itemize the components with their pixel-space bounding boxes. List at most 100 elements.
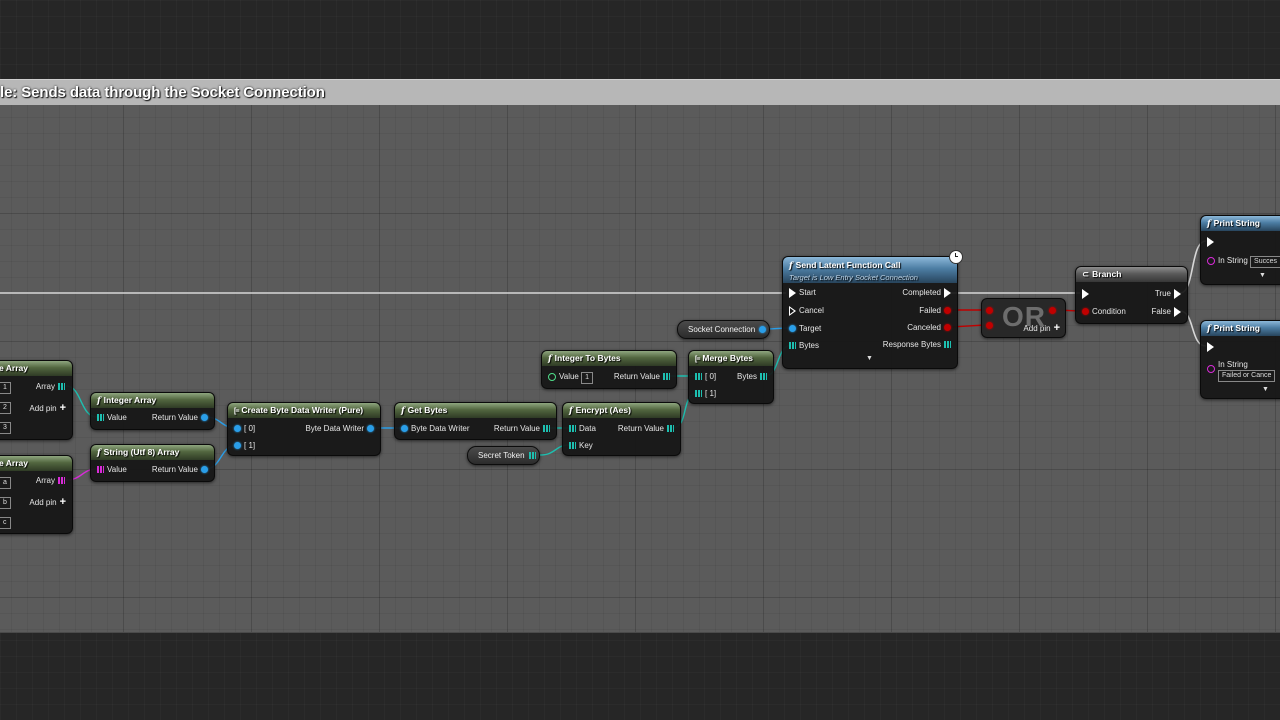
expand-chevron-icon[interactable]: ▼ — [866, 355, 873, 362]
function-icon: f — [97, 448, 101, 458]
output-row: Return Value — [152, 465, 211, 475]
object-pin-icon[interactable] — [201, 466, 208, 474]
value-field[interactable]: 2 — [0, 402, 11, 414]
exec-pin-icon[interactable] — [1082, 289, 1089, 299]
bool-pin-icon[interactable] — [1082, 308, 1089, 316]
object-pin-icon[interactable] — [234, 425, 241, 433]
add-pin-row[interactable]: Add pin + — [1023, 323, 1060, 334]
byte-array-pin-icon[interactable] — [944, 341, 951, 349]
node-header: f Send Latent Function Call Target is Low … — [783, 257, 957, 283]
exec-pin-icon[interactable] — [1207, 342, 1214, 352]
pin-label: Condition — [1092, 307, 1126, 316]
send-latent-function-call-node[interactable]: f Send Latent Function Call Target is Low … — [782, 256, 958, 369]
integer-to-bytes-node[interactable]: f Integer To Bytes Value 1 Return Value — [541, 350, 677, 389]
exec-pin-icon[interactable] — [1207, 237, 1214, 247]
exec-pin-icon[interactable] — [789, 288, 796, 298]
value-field[interactable]: 1 — [0, 382, 11, 394]
node-header: e Array — [0, 361, 72, 376]
exec-pin-icon[interactable] — [1174, 307, 1181, 317]
byte-array-pin-icon[interactable] — [760, 373, 767, 381]
byte-array-pin-icon[interactable] — [543, 425, 550, 433]
integer-pin-icon[interactable] — [548, 372, 556, 381]
object-pin-icon[interactable] — [367, 425, 374, 433]
output-row: Bytes — [737, 372, 770, 382]
object-pin-icon[interactable] — [234, 442, 241, 450]
condition-input-row: Condition — [1079, 307, 1126, 317]
value-field[interactable]: b — [0, 497, 11, 509]
string-array-pin-icon[interactable] — [58, 477, 65, 485]
add-pin-row[interactable]: Add pin + — [29, 403, 66, 414]
encrypt-aes-node[interactable]: f Encrypt (Aes) Data Key Return Value — [562, 402, 681, 456]
byte-array-pin-icon[interactable] — [789, 342, 796, 350]
byte-array-pin-icon[interactable] — [58, 383, 65, 391]
output-row: Return Value — [494, 424, 553, 434]
make-string-array-node[interactable]: e Array a b c Array Add pin + — [0, 455, 73, 534]
comment-header[interactable]: le: Sends data through the Socket Connec… — [0, 79, 1280, 105]
byte-array-pin-icon[interactable] — [663, 373, 670, 381]
byte-array-pin-icon[interactable] — [667, 425, 674, 433]
print-string-success-node[interactable]: f Print String In String Succes ▼ — [1200, 215, 1280, 285]
byte-array-pin-icon[interactable] — [97, 414, 104, 422]
blueprint-graph-canvas[interactable]: le: Sends data through the Socket Connec… — [0, 0, 1280, 720]
node-title: Merge Bytes — [702, 353, 753, 363]
byte-array-pin-icon[interactable] — [695, 373, 702, 381]
node-title: Integer To Bytes — [554, 353, 621, 363]
object-pin-icon[interactable] — [201, 414, 208, 422]
string-pin-icon[interactable] — [1207, 365, 1215, 373]
secret-token-variable[interactable]: Secret Token — [467, 446, 540, 465]
object-pin-icon[interactable] — [789, 325, 796, 333]
or-node[interactable]: OR Add pin + — [981, 298, 1066, 338]
socket-connection-variable[interactable]: Socket Connection — [677, 320, 771, 339]
value-field[interactable]: a — [0, 477, 11, 489]
byte-array-pin-icon[interactable] — [528, 452, 536, 459]
node-title: String (Utf 8) Array — [103, 447, 180, 457]
exec-pin-icon[interactable] — [789, 306, 796, 316]
byte-array-pin-icon[interactable] — [569, 442, 576, 450]
make-byte-array-node[interactable]: e Array 1 2 3 Array Add pin + — [0, 360, 73, 440]
add-pin-row[interactable]: Add pin + — [29, 497, 66, 508]
string-utf8-array-node[interactable]: f String (Utf 8) Array Value Return Value — [90, 444, 215, 482]
pin-label: Bytes — [799, 341, 820, 350]
merge-bytes-node[interactable]: [≡ Merge Bytes [ 0] [ 1] Bytes — [688, 350, 774, 404]
node-title: Branch — [1092, 269, 1122, 279]
object-pin-icon[interactable] — [401, 425, 408, 433]
node-header: f String (Utf 8) Array — [91, 445, 214, 460]
expand-chevron-icon[interactable]: ▼ — [1259, 272, 1266, 279]
node-header: f Integer To Bytes — [542, 351, 676, 366]
node-header: f Get Bytes — [395, 403, 556, 418]
exec-pin-icon[interactable] — [1174, 289, 1181, 299]
bool-pin-icon[interactable] — [1049, 307, 1056, 314]
object-pin-icon[interactable] — [759, 326, 767, 333]
pin-label: Response Bytes — [882, 340, 941, 349]
byte-array-pin-icon[interactable] — [569, 425, 576, 433]
string-pin-icon[interactable] — [1207, 256, 1215, 265]
plus-icon[interactable]: + — [1054, 322, 1060, 334]
node-title: Print String — [1213, 323, 1260, 333]
branch-node[interactable]: ⊂ Branch Condition True False — [1075, 266, 1188, 324]
byte-array-pin-icon[interactable] — [695, 390, 702, 398]
print-string-failed-node[interactable]: f Print String In String Failed or Cance ▼ — [1200, 320, 1280, 399]
plus-icon[interactable]: + — [60, 402, 66, 414]
input-row: Byte Data Writer — [398, 424, 470, 434]
expand-chevron-icon[interactable]: ▼ — [1262, 386, 1269, 393]
value-field[interactable]: 3 — [0, 422, 11, 434]
exec-pin-icon[interactable] — [944, 288, 951, 298]
value-field[interactable]: 1 — [581, 372, 594, 384]
string-array-pin-icon[interactable] — [97, 466, 104, 474]
bool-pin-icon[interactable] — [944, 324, 951, 332]
bool-pin-icon[interactable] — [986, 307, 993, 314]
value-field[interactable]: c — [0, 517, 11, 529]
variable-label: Secret Token — [478, 451, 525, 460]
comment-title: le: Sends data through the Socket Connec… — [0, 84, 325, 101]
integer-array-node[interactable]: f Integer Array Value Return Value — [90, 392, 215, 430]
in-string-field[interactable]: Succes — [1250, 256, 1280, 268]
bool-pin-icon[interactable] — [986, 322, 993, 329]
create-byte-data-writer-node[interactable]: [≡ Create Byte Data Writer (Pure) [ 0] [ … — [227, 402, 381, 456]
output-row: Return Value — [614, 372, 673, 382]
function-icon: f — [789, 261, 793, 271]
get-bytes-node[interactable]: f Get Bytes Byte Data Writer Return Value — [394, 402, 557, 440]
in-string-field[interactable]: Failed or Cance — [1218, 370, 1276, 382]
plus-icon[interactable]: + — [60, 496, 66, 508]
input-row: [ 0] — [692, 372, 716, 382]
bool-pin-icon[interactable] — [944, 307, 951, 315]
